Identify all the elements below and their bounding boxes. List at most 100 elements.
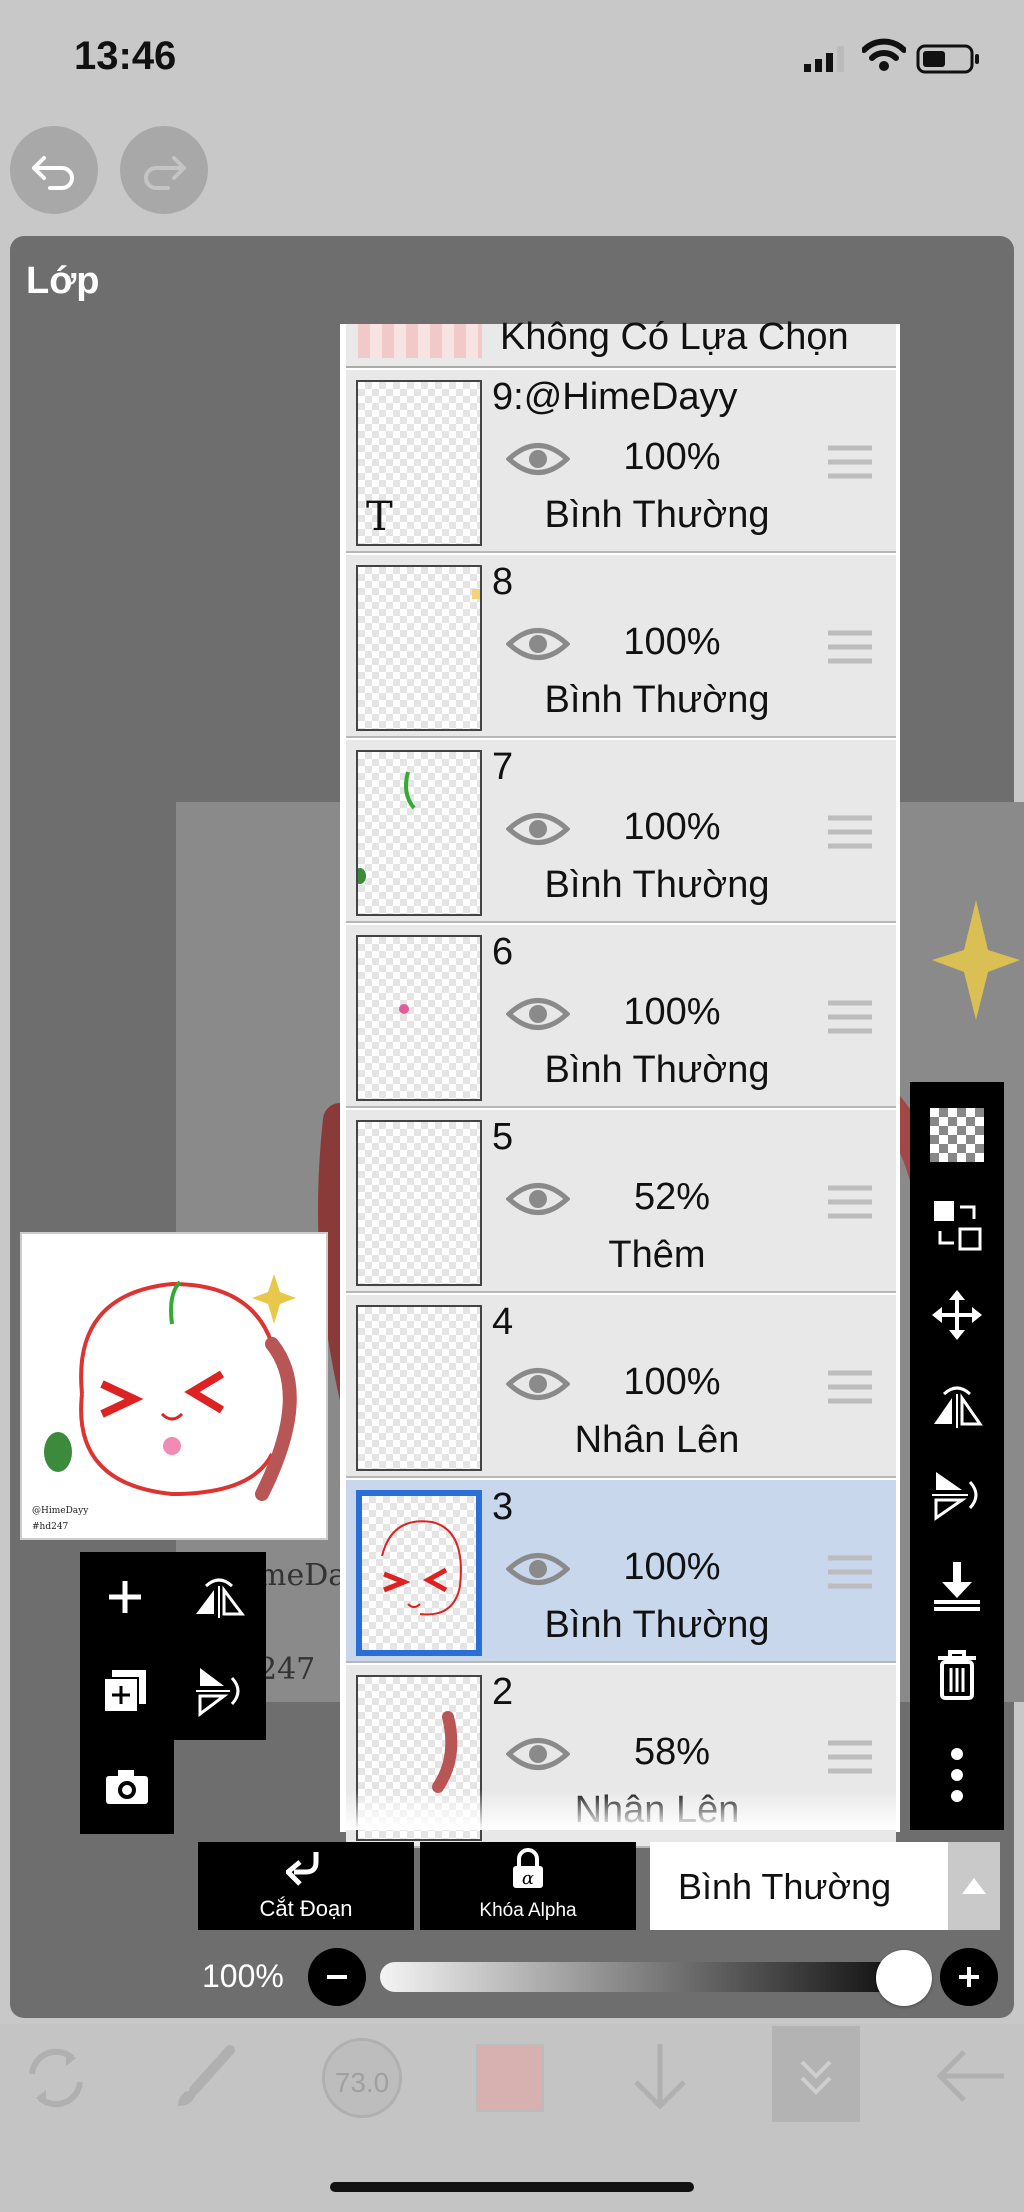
move-button[interactable]: [910, 1274, 1004, 1356]
no-selection-label: Không Có Lựa Chọn: [500, 316, 849, 358]
transform-tool-icon[interactable]: [22, 2044, 90, 2112]
brush-tool-icon[interactable]: [170, 2044, 238, 2112]
layer-row[interactable]: T 9:@HimeDayy 100% Bình Thường: [346, 370, 896, 553]
more-options-button[interactable]: [910, 1734, 1004, 1816]
layer-opacity[interactable]: 100%: [572, 1546, 772, 1589]
merge-down-button[interactable]: [910, 1544, 1004, 1626]
canvas-watermark-text: meDa: [258, 1558, 347, 1593]
camera-button[interactable]: [82, 1742, 172, 1832]
duplicate-layer-button[interactable]: [80, 1646, 170, 1736]
layer-thumbnail: [356, 565, 482, 731]
visibility-eye-icon[interactable]: [506, 623, 570, 665]
visibility-eye-icon[interactable]: [506, 1548, 570, 1590]
swap-layer-button[interactable]: [910, 1184, 1004, 1266]
duplicate-layer-icon: [103, 1670, 146, 1713]
opacity-increase-button[interactable]: [940, 1948, 998, 2006]
blend-mode-select[interactable]: Bình Thường: [650, 1842, 948, 1930]
home-indicator: [330, 2182, 694, 2192]
double-chevron-down-icon: [800, 2060, 832, 2095]
drag-handle-icon[interactable]: [826, 1182, 874, 1222]
selection-thumbnail: [358, 324, 482, 358]
swap-icon: [934, 1201, 982, 1251]
thumb-artwork: [381, 1520, 462, 1616]
triangle-up-icon: [962, 1878, 986, 1894]
opacity-decrease-button[interactable]: [308, 1948, 366, 2006]
delete-layer-button[interactable]: [910, 1634, 1004, 1716]
arrow-down-icon[interactable]: [630, 2040, 690, 2114]
visibility-eye-icon[interactable]: [506, 1733, 570, 1775]
opacity-slider-handle[interactable]: [876, 1950, 932, 2006]
layer-row[interactable]: 4 100% Nhân Lên: [346, 1295, 896, 1478]
back-arrow-icon[interactable]: [934, 2046, 1008, 2106]
move-icon: [932, 1290, 982, 1340]
drag-handle-icon[interactable]: [826, 1367, 874, 1407]
drag-handle-icon[interactable]: [826, 1737, 874, 1777]
visibility-eye-icon[interactable]: [506, 808, 570, 850]
flip-horizontal-icon: [196, 1578, 245, 1618]
layer-thumbnail: [356, 1120, 482, 1286]
visibility-eye-icon[interactable]: [506, 438, 570, 480]
flip-horizontal-button[interactable]: [174, 1552, 264, 1642]
undo-button[interactable]: [10, 126, 98, 214]
layer-blend-mode[interactable]: Thêm: [492, 1234, 822, 1277]
opacity-slider[interactable]: [380, 1962, 932, 1992]
clipping-arrow-icon: [286, 1852, 319, 1886]
blend-mode-dropdown-button[interactable]: [948, 1842, 1000, 1930]
alpha-lock-button[interactable]: α Khóa Alpha: [420, 1842, 636, 1930]
status-time: 13:46: [74, 34, 177, 78]
brush-size-value: 73.0: [334, 2067, 390, 2098]
flip-vertical-right-button[interactable]: [910, 1454, 1004, 1536]
drag-handle-icon[interactable]: [826, 442, 874, 482]
layer-row[interactable]: 5 52% Thêm: [346, 1110, 896, 1293]
layer-opacity[interactable]: 100%: [572, 806, 772, 849]
undo-icon: [32, 156, 74, 190]
preview-artwork: [44, 1274, 297, 1501]
alpha-lock-label: Khóa Alpha: [479, 1900, 577, 1921]
drag-handle-icon[interactable]: [826, 812, 874, 852]
flip-horizontal-right-button[interactable]: [910, 1364, 1004, 1446]
checkerboard-icon: [930, 1108, 984, 1162]
transparency-button[interactable]: [910, 1094, 1004, 1176]
flip-vertical-icon: [932, 1472, 978, 1521]
drag-handle-icon[interactable]: [826, 627, 874, 667]
layer-row[interactable]: 3 100% Bình Thường: [346, 1480, 896, 1663]
drag-handle-icon[interactable]: [826, 997, 874, 1037]
text-layer-icon: T: [366, 494, 393, 540]
layer-row[interactable]: 7 100% Bình Thường: [346, 740, 896, 923]
layer-opacity[interactable]: 58%: [572, 1731, 772, 1774]
redo-button[interactable]: [120, 126, 208, 214]
visibility-eye-icon[interactable]: [506, 1363, 570, 1405]
clipping-label: Cắt Đoạn: [259, 1896, 353, 1921]
layer-opacity[interactable]: 100%: [572, 436, 772, 479]
layer-blend-mode[interactable]: Bình Thường: [492, 679, 822, 722]
add-layer-button[interactable]: [80, 1552, 170, 1642]
layer-blend-mode[interactable]: Bình Thường: [492, 864, 822, 907]
more-vertical-icon: [951, 1748, 963, 1802]
drag-handle-icon[interactable]: [826, 1552, 874, 1592]
layer-opacity[interactable]: 52%: [572, 1176, 772, 1219]
visibility-eye-icon[interactable]: [506, 1178, 570, 1220]
layer-blend-mode[interactable]: Nhân Lên: [492, 1419, 822, 1462]
trash-icon: [938, 1650, 976, 1700]
clipping-button[interactable]: Cắt Đoạn: [198, 1842, 414, 1930]
layer-row[interactable]: 8 100% Bình Thường: [346, 555, 896, 738]
layer-blend-mode[interactable]: Bình Thường: [492, 494, 822, 537]
visibility-eye-icon[interactable]: [506, 993, 570, 1035]
layer-opacity[interactable]: 100%: [572, 991, 772, 1034]
flip-vertical-button[interactable]: [174, 1646, 264, 1736]
canvas-preview[interactable]: [20, 1232, 328, 1540]
layer-opacity[interactable]: 100%: [572, 1361, 772, 1404]
layer-blend-mode[interactable]: Bình Thường: [492, 1049, 822, 1092]
layer-blend-mode[interactable]: Bình Thường: [492, 1604, 822, 1647]
plus-icon: [109, 1581, 141, 1613]
color-swatch-button[interactable]: [476, 2044, 544, 2112]
right-toolbar: [910, 1082, 1004, 1830]
blend-mode-value: Bình Thường: [678, 1866, 892, 1907]
layer-menu-button[interactable]: [772, 2026, 860, 2122]
brush-size-button[interactable]: 73.0: [322, 2038, 402, 2118]
layer-row[interactable]: 6 100% Bình Thường: [346, 925, 896, 1108]
layer-name: 3: [492, 1486, 514, 1528]
redo-icon: [144, 156, 186, 190]
layer-opacity[interactable]: 100%: [572, 621, 772, 664]
camera-icon: [106, 1770, 148, 1804]
